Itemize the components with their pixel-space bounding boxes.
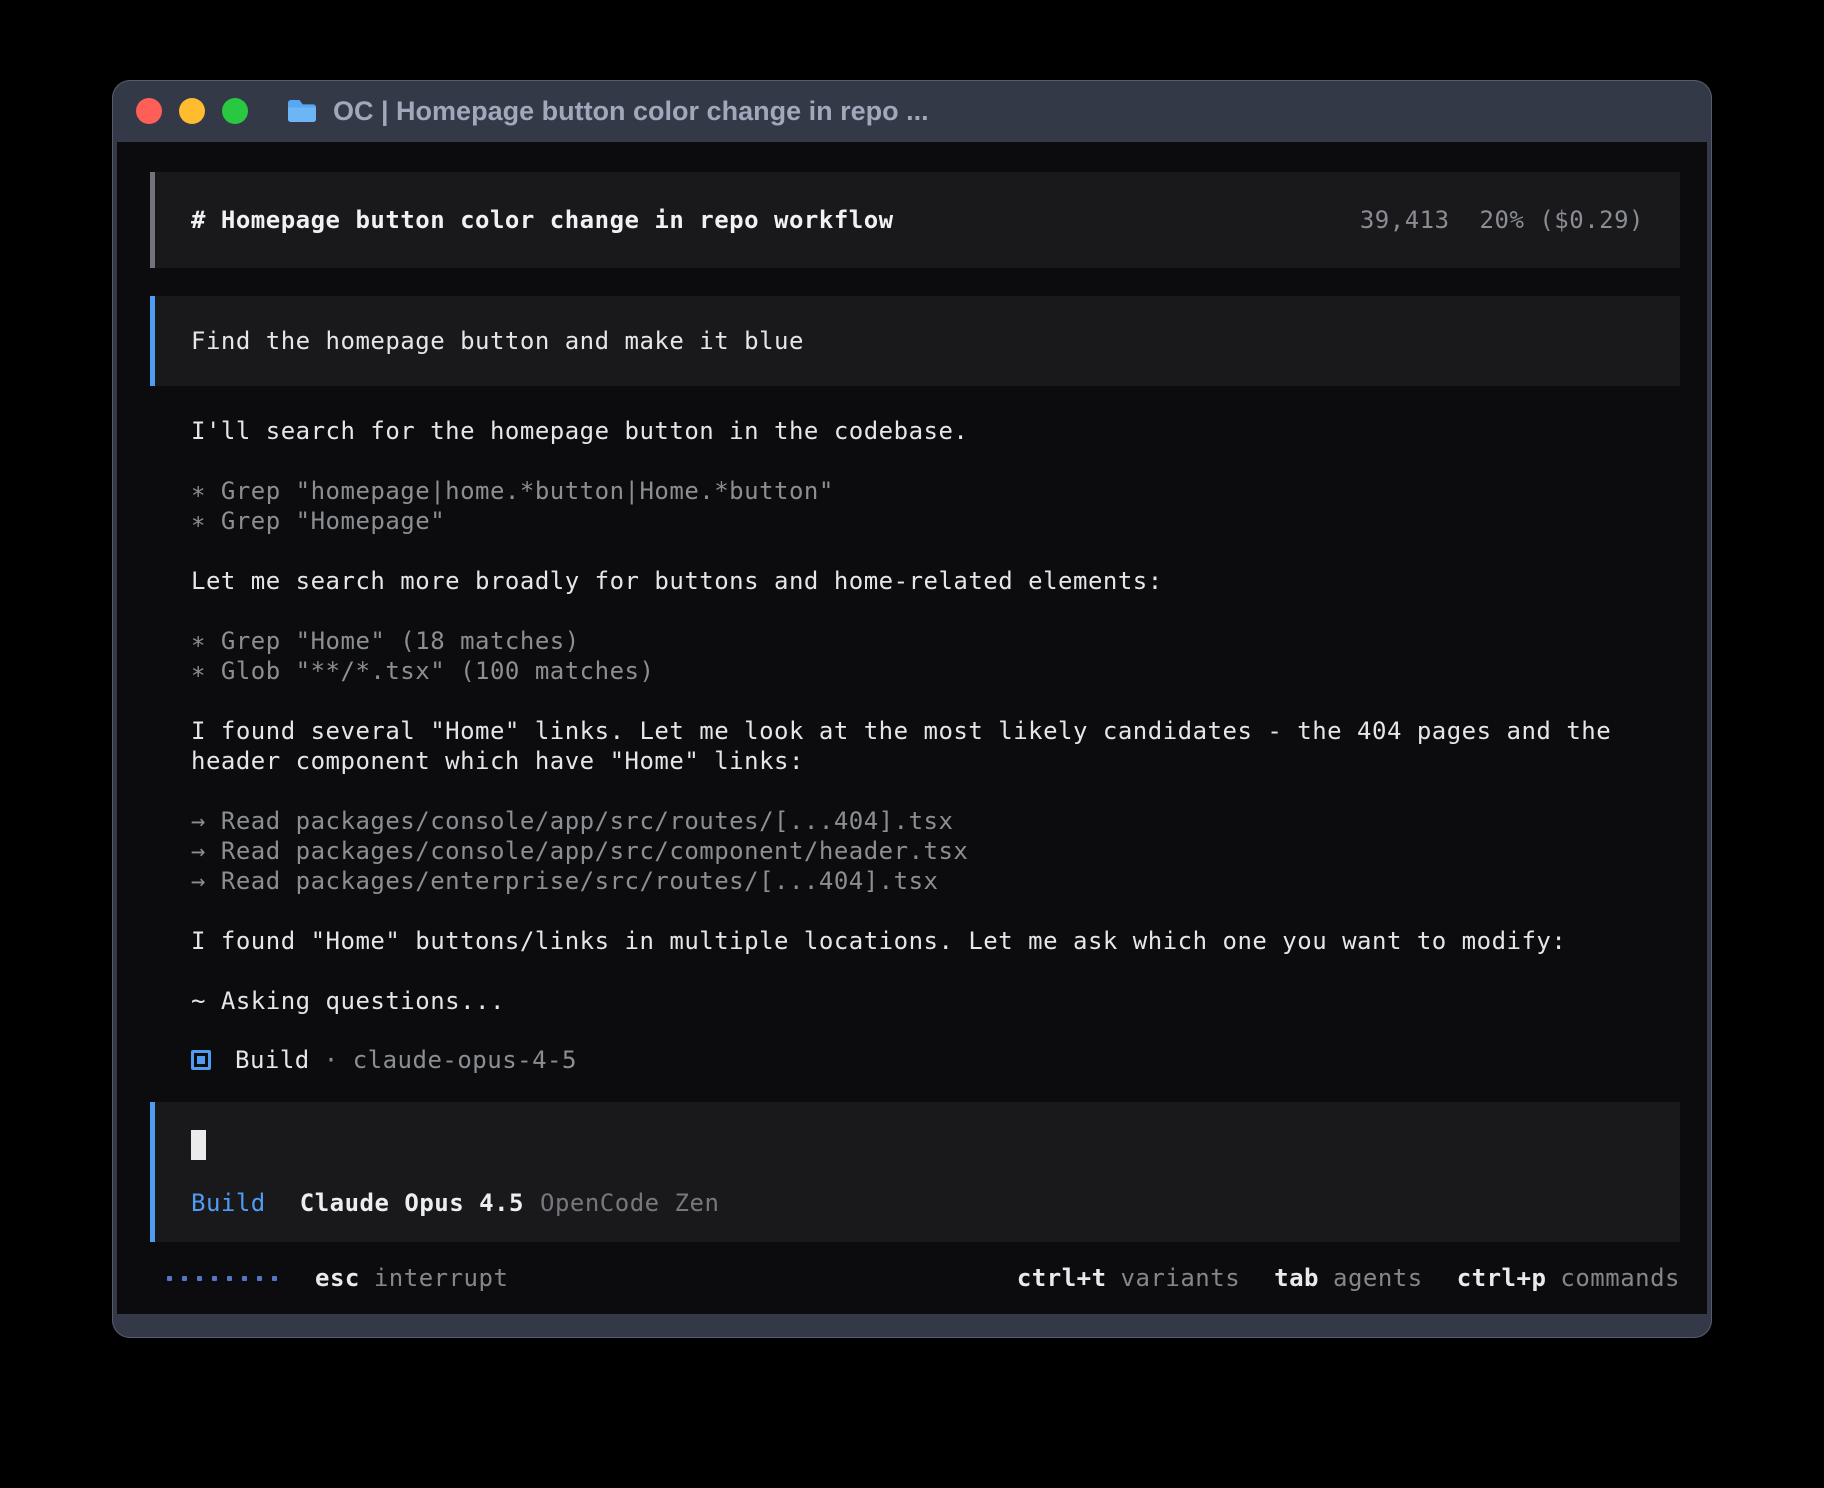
hint-key: tab [1274,1264,1319,1292]
assistant-paragraph: I'll search for the homepage button in t… [191,416,1680,446]
agent-model: claude-opus-4-5 [353,1046,577,1074]
input-mode-label[interactable]: Build [191,1188,266,1218]
session-stats: 39,413 20% ($0.29) [1360,205,1644,235]
assistant-paragraph: Let me search more broadly for buttons a… [191,566,1680,596]
spinner-dots [167,1276,277,1281]
session-title: # Homepage button color change in repo w… [191,205,894,235]
agent-name: Build [235,1046,310,1074]
assistant-text-line: Let me search more broadly for buttons a… [191,566,1680,596]
spinner-dot [227,1276,232,1281]
assistant-paragraph: I found several "Home" links. Let me loo… [191,716,1680,776]
terminal-window: OC | Homepage button color change in rep… [112,80,1712,1338]
spinner-dot [242,1276,247,1281]
input-model-label[interactable]: Claude Opus 4.5 [300,1188,524,1218]
assistant-paragraph: ~ Asking questions... [191,986,1680,1016]
assistant-text-line: header component which have "Home" links… [191,746,1680,776]
esc-key-hint: esc [315,1264,360,1292]
minimize-button[interactable] [179,98,205,124]
input-provider-label: OpenCode Zen [540,1188,719,1218]
titlebar[interactable]: OC | Homepage button color change in rep… [112,80,1712,142]
user-message: Find the homepage button and make it blu… [150,296,1680,386]
tool-call-group: ∗ Grep "homepage|home.*button|Home.*butt… [191,476,1680,536]
assistant-text-line: I found "Home" buttons/links in multiple… [191,926,1680,956]
terminal-screen: # Homepage button color change in repo w… [117,142,1707,1314]
text-cursor [191,1130,206,1160]
tool-call-line: → Read packages/console/app/src/componen… [191,836,1680,866]
hint-variants: ctrl+t variants [1017,1264,1240,1292]
tool-call-line: → Read packages/console/app/src/routes/[… [191,806,1680,836]
user-message-text: Find the homepage button and make it blu… [191,327,804,355]
spinner-dot [182,1276,187,1281]
conversation: I'll search for the homepage button in t… [191,416,1680,1016]
token-count: 39,413 [1360,205,1450,235]
context-usage-cost: 20% ($0.29) [1480,205,1644,235]
status-left: esc interrupt [167,1264,508,1292]
agent-build-icon [191,1050,211,1070]
tool-call-line: ∗ Grep "homepage|home.*button|Home.*butt… [191,476,1680,506]
hint-label: commands [1560,1264,1680,1292]
status-right: ctrl+t variants tab agents ctrl+p comman… [1017,1264,1680,1292]
spinner-dot [257,1276,262,1281]
agent-status: Build · claude-opus-4-5 [191,1046,1680,1074]
hint-key: ctrl+t [1017,1264,1107,1292]
hint-commands: ctrl+p commands [1457,1264,1680,1292]
tool-call-line: ∗ Grep "Homepage" [191,506,1680,536]
session-header: # Homepage button color change in repo w… [150,172,1680,268]
esc-key-label: interrupt [374,1264,509,1292]
tool-call-line: → Read packages/enterprise/src/routes/[.… [191,866,1680,896]
tool-call-line: ∗ Glob "**/*.tsx" (100 matches) [191,656,1680,686]
status-bar: esc interrupt ctrl+t variants tab agents… [150,1264,1680,1292]
prompt-input[interactable]: Build Claude Opus 4.5 OpenCode Zen [150,1102,1680,1242]
hint-label: agents [1333,1264,1423,1292]
tool-call-group: ∗ Grep "Home" (18 matches)∗ Glob "**/*.t… [191,626,1680,686]
zoom-button[interactable] [222,98,248,124]
spinner-dot [197,1276,202,1281]
tool-call-group: → Read packages/console/app/src/routes/[… [191,806,1680,896]
hint-label: variants [1121,1264,1241,1292]
spinner-dot [272,1276,277,1281]
close-button[interactable] [136,98,162,124]
assistant-text-line: I'll search for the homepage button in t… [191,416,1680,446]
input-meta: Build Claude Opus 4.5 OpenCode Zen [191,1188,1644,1218]
agent-separator: · [324,1046,339,1074]
assistant-text-line: ~ Asking questions... [191,986,1680,1016]
tool-call-line: ∗ Grep "Home" (18 matches) [191,626,1680,656]
folder-icon [285,97,319,125]
spinner-dot [212,1276,217,1281]
hint-key: ctrl+p [1457,1264,1547,1292]
window-title: OC | Homepage button color change in rep… [333,96,929,127]
assistant-text-line: I found several "Home" links. Let me loo… [191,716,1680,746]
spinner-dot [167,1276,172,1281]
hint-agents: tab agents [1274,1264,1423,1292]
assistant-paragraph: I found "Home" buttons/links in multiple… [191,926,1680,956]
